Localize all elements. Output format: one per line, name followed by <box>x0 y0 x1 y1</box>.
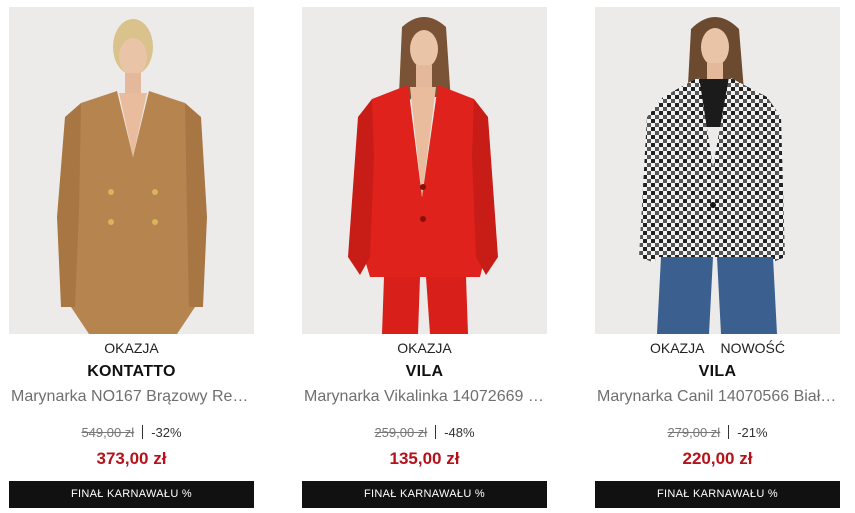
old-price: 259,00 zł <box>374 425 428 440</box>
product-photo[interactable] <box>302 7 547 334</box>
product-photo-icon <box>302 7 547 334</box>
sale-price: 373,00 zł <box>96 449 167 468</box>
badge-okazja: OKAZJA <box>104 340 159 356</box>
badge-nowosc: NOWOŚĆ <box>720 340 786 356</box>
product-name[interactable]: Marynarka NO167 Brązowy Regul… <box>9 388 254 406</box>
product-badges: OKAZJA NOWOŚĆ <box>595 340 840 358</box>
discount-percent: -32% <box>151 425 182 440</box>
product-brand[interactable]: VILA <box>595 363 840 381</box>
price-row: 259,00 zł -48% <box>302 425 547 440</box>
product-photo[interactable] <box>595 7 840 334</box>
price-row: 549,00 zł -32% <box>9 425 254 440</box>
old-price: 549,00 zł <box>81 425 135 440</box>
product-name[interactable]: Marynarka Vikalinka 14072669 C… <box>302 388 547 406</box>
product-photo-icon <box>9 7 254 334</box>
promo-banner-button[interactable]: FINAŁ KARNAWAŁU % <box>595 481 840 508</box>
discount-percent: -48% <box>444 425 475 440</box>
product-grid: OKAZJA KONTATTO Marynarka NO167 Brązowy … <box>0 0 855 513</box>
discount-percent: -21% <box>737 425 768 440</box>
product-card[interactable]: OKAZJA VILA Marynarka Vikalinka 14072669… <box>302 7 547 509</box>
badge-okazja: OKAZJA <box>397 340 452 356</box>
product-card[interactable]: OKAZJA KONTATTO Marynarka NO167 Brązowy … <box>9 7 254 509</box>
product-brand[interactable]: KONTATTO <box>9 363 254 381</box>
promo-banner-button[interactable]: FINAŁ KARNAWAŁU % <box>9 481 254 508</box>
old-price: 279,00 zł <box>667 425 721 440</box>
price-row: 279,00 zł -21% <box>595 425 840 440</box>
product-badges: OKAZJA <box>302 340 547 358</box>
product-card[interactable]: OKAZJA NOWOŚĆ VILA Marynarka Canil 140705… <box>595 7 840 509</box>
sale-price: 135,00 zł <box>389 449 460 468</box>
product-photo-icon <box>595 7 840 334</box>
price-separator <box>728 425 730 439</box>
promo-banner-button[interactable]: FINAŁ KARNAWAŁU % <box>302 481 547 508</box>
sale-price: 220,00 zł <box>682 449 753 468</box>
product-photo[interactable] <box>9 7 254 334</box>
product-name[interactable]: Marynarka Canil 14070566 Biały … <box>595 388 840 406</box>
badge-okazja: OKAZJA <box>649 340 705 356</box>
product-brand[interactable]: VILA <box>302 363 547 381</box>
price-separator <box>435 425 437 439</box>
product-badges: OKAZJA <box>9 340 254 358</box>
price-separator <box>142 425 144 439</box>
